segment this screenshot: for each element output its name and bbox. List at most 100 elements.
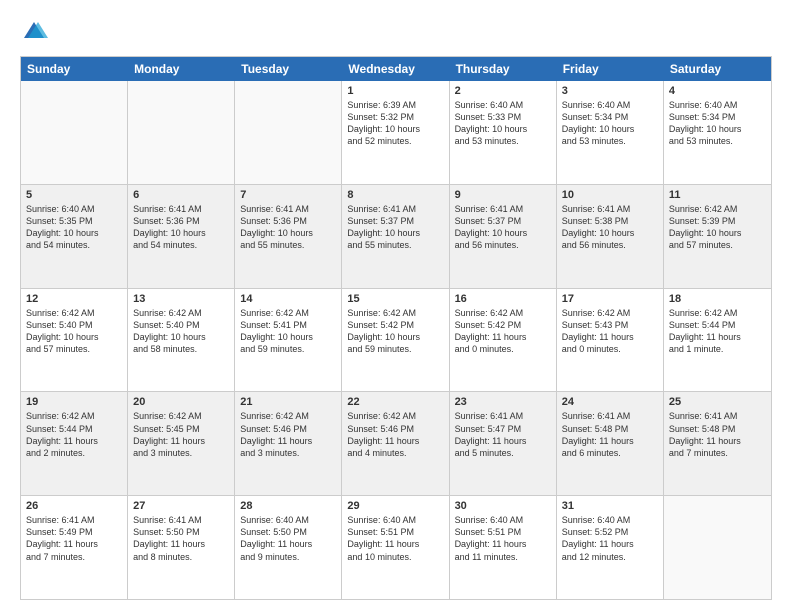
calendar-cell-25: 25Sunrise: 6:41 AMSunset: 5:48 PMDayligh… (664, 392, 771, 495)
calendar-cell-20: 20 Sunrise: 6:42 AMSunset: 5:45 PMDayligh… (128, 392, 235, 495)
day-info: Sunrise: 6:41 AMSunset: 5:47 PMDaylight:… (455, 410, 551, 459)
day-info: Sunrise: 6:40 AMSunset: 5:34 PMDaylight:… (562, 99, 658, 148)
calendar-cell-3: 3 Sunrise: 6:40 AMSunset: 5:34 PMDaylight… (557, 81, 664, 184)
logo (20, 18, 52, 46)
calendar-cell-5: 5Sunrise: 6:40 AMSunset: 5:35 PMDaylight… (21, 185, 128, 288)
day-number: 14 (240, 293, 336, 305)
day-number: 16 (455, 293, 551, 305)
header-day-thursday: Thursday (450, 57, 557, 81)
calendar-row-1: 5Sunrise: 6:40 AMSunset: 5:35 PMDaylight… (21, 184, 771, 288)
day-number: 19 (26, 396, 122, 408)
calendar-cell-21: 21 Sunrise: 6:42 AMSunset: 5:46 PMDayligh… (235, 392, 342, 495)
day-number: 23 (455, 396, 551, 408)
calendar-body: 1Sunrise: 6:39 AMSunset: 5:32 PMDaylight… (21, 81, 771, 599)
day-number: 7 (240, 189, 336, 201)
day-number: 31 (562, 500, 658, 512)
day-number: 29 (347, 500, 443, 512)
day-number: 6 (133, 189, 229, 201)
day-number: 30 (455, 500, 551, 512)
day-number: 25 (669, 396, 766, 408)
calendar-cell-17: 17 Sunrise: 6:42 AMSunset: 5:43 PMDayligh… (557, 289, 664, 392)
day-info: Sunrise: 6:40 AMSunset: 5:50 PMDaylight:… (240, 514, 336, 563)
day-info: Sunrise: 6:40 AMSunset: 5:34 PMDaylight:… (669, 99, 766, 148)
calendar-cell-empty-0-2 (235, 81, 342, 184)
calendar-cell-9: 9 Sunrise: 6:41 AMSunset: 5:37 PMDaylight… (450, 185, 557, 288)
day-number: 26 (26, 500, 122, 512)
calendar-cell-4: 4 Sunrise: 6:40 AMSunset: 5:34 PMDaylight… (664, 81, 771, 184)
day-number: 21 (240, 396, 336, 408)
day-info: Sunrise: 6:41 AMSunset: 5:37 PMDaylight:… (347, 203, 443, 252)
calendar-cell-11: 11 Sunrise: 6:42 AMSunset: 5:39 PMDayligh… (664, 185, 771, 288)
day-number: 24 (562, 396, 658, 408)
calendar-cell-13: 13 Sunrise: 6:42 AMSunset: 5:40 PMDayligh… (128, 289, 235, 392)
day-info: Sunrise: 6:40 AMSunset: 5:33 PMDaylight:… (455, 99, 551, 148)
day-number: 12 (26, 293, 122, 305)
header-day-wednesday: Wednesday (342, 57, 449, 81)
day-info: Sunrise: 6:40 AMSunset: 5:51 PMDaylight:… (347, 514, 443, 563)
day-info: Sunrise: 6:41 AMSunset: 5:48 PMDaylight:… (562, 410, 658, 459)
calendar-cell-29: 29 Sunrise: 6:40 AMSunset: 5:51 PMDayligh… (342, 496, 449, 599)
calendar-cell-empty-4-6 (664, 496, 771, 599)
calendar-cell-18: 18 Sunrise: 6:42 AMSunset: 5:44 PMDayligh… (664, 289, 771, 392)
calendar-cell-31: 31 Sunrise: 6:40 AMSunset: 5:52 PMDayligh… (557, 496, 664, 599)
day-info: Sunrise: 6:41 AMSunset: 5:36 PMDaylight:… (240, 203, 336, 252)
day-info: Sunrise: 6:42 AMSunset: 5:46 PMDaylight:… (240, 410, 336, 459)
day-info: Sunrise: 6:40 AMSunset: 5:52 PMDaylight:… (562, 514, 658, 563)
day-number: 20 (133, 396, 229, 408)
day-number: 4 (669, 85, 766, 97)
day-number: 11 (669, 189, 766, 201)
calendar: SundayMondayTuesdayWednesdayThursdayFrid… (20, 56, 772, 600)
calendar-cell-12: 12Sunrise: 6:42 AMSunset: 5:40 PMDayligh… (21, 289, 128, 392)
header-day-saturday: Saturday (664, 57, 771, 81)
calendar-cell-23: 23 Sunrise: 6:41 AMSunset: 5:47 PMDayligh… (450, 392, 557, 495)
header-day-sunday: Sunday (21, 57, 128, 81)
calendar-cell-30: 30 Sunrise: 6:40 AMSunset: 5:51 PMDayligh… (450, 496, 557, 599)
day-number: 13 (133, 293, 229, 305)
calendar-cell-27: 27Sunrise: 6:41 AMSunset: 5:50 PMDayligh… (128, 496, 235, 599)
logo-icon (20, 18, 48, 46)
calendar-row-3: 19 Sunrise: 6:42 AMSunset: 5:44 PMDayligh… (21, 391, 771, 495)
day-number: 5 (26, 189, 122, 201)
day-info: Sunrise: 6:42 AMSunset: 5:42 PMDaylight:… (347, 307, 443, 356)
day-info: Sunrise: 6:39 AMSunset: 5:32 PMDaylight:… (347, 99, 443, 148)
calendar-row-2: 12 Sunrise: 6:42 AMSunset: 5:40 PMDayligh… (21, 288, 771, 392)
day-info: Sunrise: 6:42 AMSunset: 5:39 PMDaylight:… (669, 203, 766, 252)
day-info: Sunrise: 6:42 AMSunset: 5:43 PMDaylight:… (562, 307, 658, 356)
calendar-cell-14: 14 Sunrise: 6:42 AMSunset: 5:41 PMDayligh… (235, 289, 342, 392)
day-info: Sunrise: 6:41 AMSunset: 5:50 PMDaylight:… (133, 514, 229, 563)
day-number: 9 (455, 189, 551, 201)
day-number: 3 (562, 85, 658, 97)
day-number: 8 (347, 189, 443, 201)
day-info: Sunrise: 6:41 AMSunset: 5:37 PMDaylight:… (455, 203, 551, 252)
header-day-monday: Monday (128, 57, 235, 81)
day-number: 17 (562, 293, 658, 305)
day-info: Sunrise: 6:42 AMSunset: 5:42 PMDaylight:… (455, 307, 551, 356)
day-number: 15 (347, 293, 443, 305)
calendar-cell-26: 26 Sunrise: 6:41 AMSunset: 5:49 PMDayligh… (21, 496, 128, 599)
day-info: Sunrise: 6:41 AMSunset: 5:38 PMDaylight:… (562, 203, 658, 252)
day-info: Sunrise: 6:42 AMSunset: 5:46 PMDaylight:… (347, 410, 443, 459)
calendar-cell-empty-0-0 (21, 81, 128, 184)
day-info: Sunrise: 6:42 AMSunset: 5:41 PMDaylight:… (240, 307, 336, 356)
header-day-tuesday: Tuesday (235, 57, 342, 81)
day-info: Sunrise: 6:41 AMSunset: 5:36 PMDaylight:… (133, 203, 229, 252)
calendar-header: SundayMondayTuesdayWednesdayThursdayFrid… (21, 57, 771, 81)
day-info: Sunrise: 6:42 AMSunset: 5:44 PMDaylight:… (669, 307, 766, 356)
day-info: Sunrise: 6:40 AMSunset: 5:51 PMDaylight:… (455, 514, 551, 563)
calendar-cell-1: 1Sunrise: 6:39 AMSunset: 5:32 PMDaylight… (342, 81, 449, 184)
header-day-friday: Friday (557, 57, 664, 81)
day-number: 10 (562, 189, 658, 201)
calendar-cell-15: 15 Sunrise: 6:42 AMSunset: 5:42 PMDayligh… (342, 289, 449, 392)
calendar-row-0: 1Sunrise: 6:39 AMSunset: 5:32 PMDaylight… (21, 81, 771, 184)
day-number: 18 (669, 293, 766, 305)
day-info: Sunrise: 6:41 AMSunset: 5:49 PMDaylight:… (26, 514, 122, 563)
day-info: Sunrise: 6:42 AMSunset: 5:40 PMDaylight:… (133, 307, 229, 356)
calendar-cell-7: 7 Sunrise: 6:41 AMSunset: 5:36 PMDaylight… (235, 185, 342, 288)
calendar-cell-2: 2 Sunrise: 6:40 AMSunset: 5:33 PMDaylight… (450, 81, 557, 184)
calendar-cell-19: 19 Sunrise: 6:42 AMSunset: 5:44 PMDayligh… (21, 392, 128, 495)
day-number: 28 (240, 500, 336, 512)
calendar-cell-16: 16 Sunrise: 6:42 AMSunset: 5:42 PMDayligh… (450, 289, 557, 392)
day-info: Sunrise: 6:42 AMSunset: 5:45 PMDaylight:… (133, 410, 229, 459)
day-info: Sunrise: 6:42 AMSunset: 5:44 PMDaylight:… (26, 410, 122, 459)
day-number: 2 (455, 85, 551, 97)
